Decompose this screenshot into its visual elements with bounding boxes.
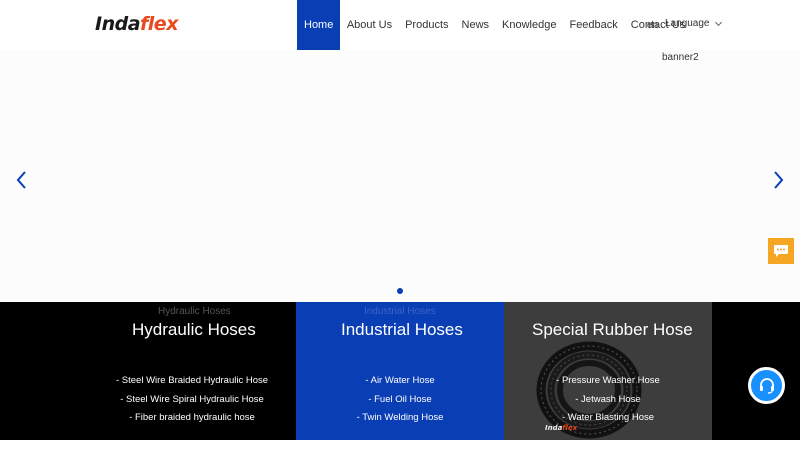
category-link-list: - Pressure Washer Hose - Jetwash Hose - …	[504, 372, 712, 428]
carousel-next-button[interactable]	[768, 170, 788, 190]
hero-banner	[0, 50, 800, 302]
category-link[interactable]: - Fiber braided hydraulic hose	[87, 409, 297, 428]
headset-icon	[759, 377, 774, 394]
chevron-left-icon	[16, 171, 26, 189]
category-industrial-hoses[interactable]: Industrial Hoses Industrial Hoses - Air …	[296, 302, 504, 440]
category-title[interactable]: Special Rubber Hose	[532, 320, 693, 340]
category-link[interactable]: - Pressure Washer Hose	[504, 372, 712, 391]
nav-item-feedback[interactable]: Feedback	[563, 0, 624, 50]
category-image-alt-text: Industrial Hoses	[364, 306, 436, 317]
category-title[interactable]: Industrial Hoses	[341, 320, 463, 340]
site-logo[interactable]: Inda flex	[95, 13, 178, 35]
category-image-alt-text: Hydraulic Hoses	[158, 306, 231, 317]
chevron-right-icon	[774, 171, 784, 189]
chat-bubble-icon	[774, 245, 788, 257]
category-hydraulic-hoses[interactable]: Hydraulic Hoses Hydraulic Hoses - Steel …	[0, 302, 296, 440]
nav-item-news[interactable]: News	[455, 0, 496, 50]
category-special-rubber-hose[interactable]: Indaflex Special Rubber Hose - Pressure …	[504, 302, 712, 440]
category-link[interactable]: - Steel Wire Spiral Hydraulic Hose	[87, 391, 297, 410]
category-link[interactable]: - Air Water Hose	[296, 372, 504, 391]
nav-item-products[interactable]: Products	[399, 0, 455, 50]
nav-item-knowledge[interactable]: Knowledge	[496, 0, 563, 50]
language-label: Language	[665, 18, 710, 29]
site-header: Inda flex Home About Us Products News Kno…	[0, 0, 800, 50]
category-link[interactable]: - Twin Welding Hose	[296, 409, 504, 428]
language-selector[interactable]: Language	[665, 18, 722, 29]
main-nav: Home About Us Products News Knowledge Fe…	[297, 0, 692, 50]
carousel-prev-button[interactable]	[12, 170, 32, 190]
logo-text-part1: Inda	[95, 13, 141, 35]
chevron-down-icon	[714, 18, 722, 26]
customer-service-button[interactable]	[748, 367, 785, 404]
logo-text-part2: flex	[140, 13, 178, 35]
category-title[interactable]: Hydraulic Hoses	[132, 320, 256, 340]
nav-item-about-us[interactable]: About Us	[340, 0, 398, 50]
category-link[interactable]: - Water Blasting Hose	[504, 409, 712, 428]
category-link[interactable]: - Steel Wire Braided Hydraulic Hose	[87, 372, 297, 391]
carousel-pagination-dot[interactable]	[397, 288, 403, 294]
banner-image-alt-text: banner2	[662, 52, 699, 63]
category-link[interactable]: - Fuel Oil Hose	[296, 391, 504, 410]
category-link-list: - Steel Wire Braided Hydraulic Hose - St…	[87, 372, 297, 428]
category-link[interactable]: - Jetwash Hose	[504, 391, 712, 410]
nav-item-home[interactable]: Home	[297, 0, 341, 50]
current-language-code: en	[647, 20, 659, 31]
category-link-list: - Air Water Hose - Fuel Oil Hose - Twin …	[296, 372, 504, 428]
online-chat-button[interactable]	[768, 238, 794, 264]
footer-strip	[0, 440, 800, 450]
